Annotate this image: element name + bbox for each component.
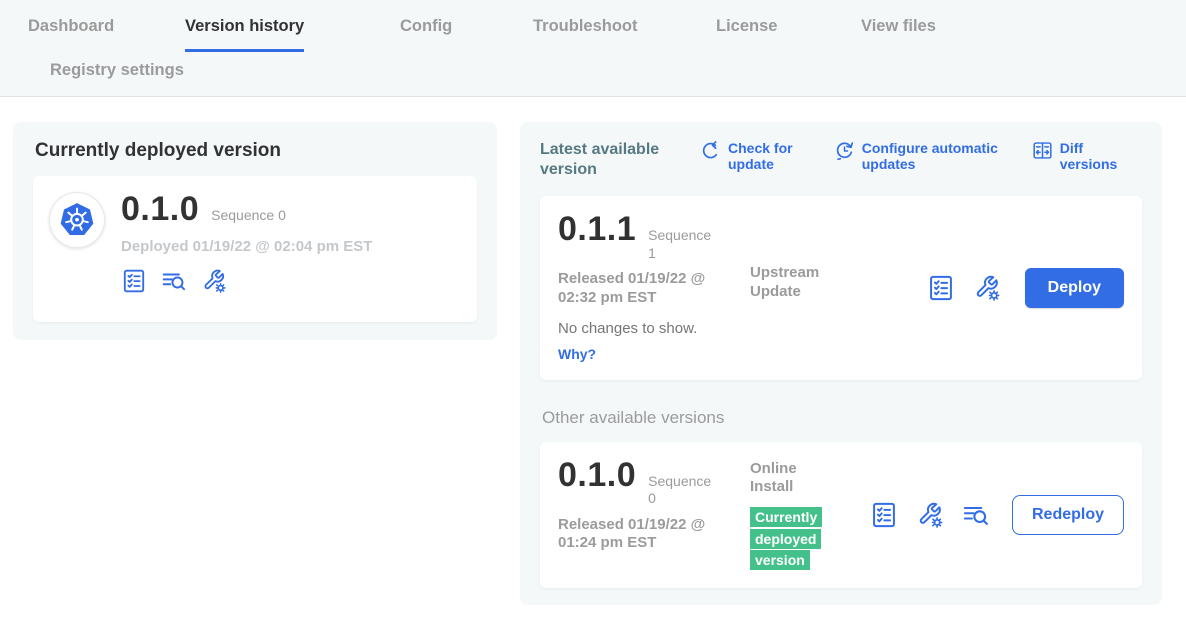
- other-released-timestamp: Released 01/19/22 @ 01:24 pm EST: [558, 516, 736, 554]
- redeploy-button[interactable]: Redeploy: [1012, 495, 1124, 535]
- check-for-update-label: Check for update: [728, 140, 798, 172]
- deployed-version-card: 0.1.0 Sequence 0 Deployed 01/19/22 @ 02:…: [33, 176, 477, 322]
- diff-versions-link[interactable]: Diff versions: [1032, 140, 1142, 172]
- diff-versions-label: Diff versions: [1060, 140, 1142, 172]
- why-link[interactable]: Why?: [558, 346, 596, 362]
- latest-sequence-label: Sequence 1: [648, 227, 718, 262]
- diff-icon: [1032, 140, 1053, 161]
- latest-version-number: 0.1.1: [558, 212, 636, 248]
- deploy-logs-icon[interactable]: [161, 268, 187, 294]
- config-wrench-icon[interactable]: [916, 501, 944, 529]
- latest-source-label: Upstream Update: [750, 264, 834, 302]
- auto-update-icon: [834, 140, 855, 161]
- latest-version-card: 0.1.1 Sequence 1 Released 01/19/22 @ 02:…: [540, 196, 1142, 380]
- deploy-button[interactable]: Deploy: [1025, 268, 1124, 308]
- tab-registry-settings[interactable]: Registry settings: [50, 61, 184, 93]
- config-wrench-icon[interactable]: [973, 274, 1001, 302]
- other-version-card: 0.1.0 Sequence 0 Released 01/19/22 @ 01:…: [540, 442, 1142, 589]
- preflight-checklist-icon[interactable]: [927, 274, 955, 302]
- deployed-timestamp: Deployed 01/19/22 @ 02:04 pm EST: [121, 238, 372, 255]
- configure-automatic-updates-link[interactable]: Configure automatic updates: [834, 140, 1008, 172]
- tab-license[interactable]: License: [716, 17, 777, 49]
- configure-automatic-updates-label: Configure automatic updates: [862, 140, 1008, 172]
- currently-deployed-badge: Currently deployed version: [750, 507, 822, 570]
- deployed-version-number: 0.1.0: [121, 192, 199, 228]
- updates-header: Latest available version Check for updat…: [540, 140, 1142, 179]
- other-sequence-label: Sequence 0: [648, 473, 718, 508]
- latest-available-title: Latest available version: [540, 140, 678, 179]
- top-navigation: Dashboard Version history Config Trouble…: [0, 0, 1186, 97]
- deployed-sequence-label: Sequence 0: [211, 207, 286, 225]
- preflight-checklist-icon[interactable]: [870, 501, 898, 529]
- other-version-number: 0.1.0: [558, 458, 636, 494]
- config-wrench-icon[interactable]: [201, 268, 227, 294]
- tab-config[interactable]: Config: [400, 17, 452, 49]
- other-available-versions-heading: Other available versions: [542, 408, 1142, 428]
- other-source-label: Online Install: [750, 460, 834, 498]
- currently-deployed-panel: Currently deployed version 0.1.0 Sequenc…: [13, 122, 497, 340]
- kubernetes-logo-icon: [49, 192, 105, 248]
- tab-version-history[interactable]: Version history: [185, 17, 304, 52]
- tab-view-files[interactable]: View files: [861, 17, 936, 49]
- available-versions-panel: Latest available version Check for updat…: [520, 122, 1162, 605]
- refresh-icon: [700, 140, 721, 161]
- latest-released-timestamp: Released 01/19/22 @ 02:32 pm EST: [558, 270, 736, 308]
- preflight-checklist-icon[interactable]: [121, 268, 147, 294]
- currently-deployed-title: Currently deployed version: [35, 140, 477, 162]
- no-changes-note: No changes to show.: [558, 320, 750, 337]
- tab-troubleshoot[interactable]: Troubleshoot: [533, 17, 638, 49]
- deploy-logs-icon[interactable]: [962, 501, 990, 529]
- tab-dashboard[interactable]: Dashboard: [28, 17, 114, 49]
- check-for-update-link[interactable]: Check for update: [700, 140, 798, 172]
